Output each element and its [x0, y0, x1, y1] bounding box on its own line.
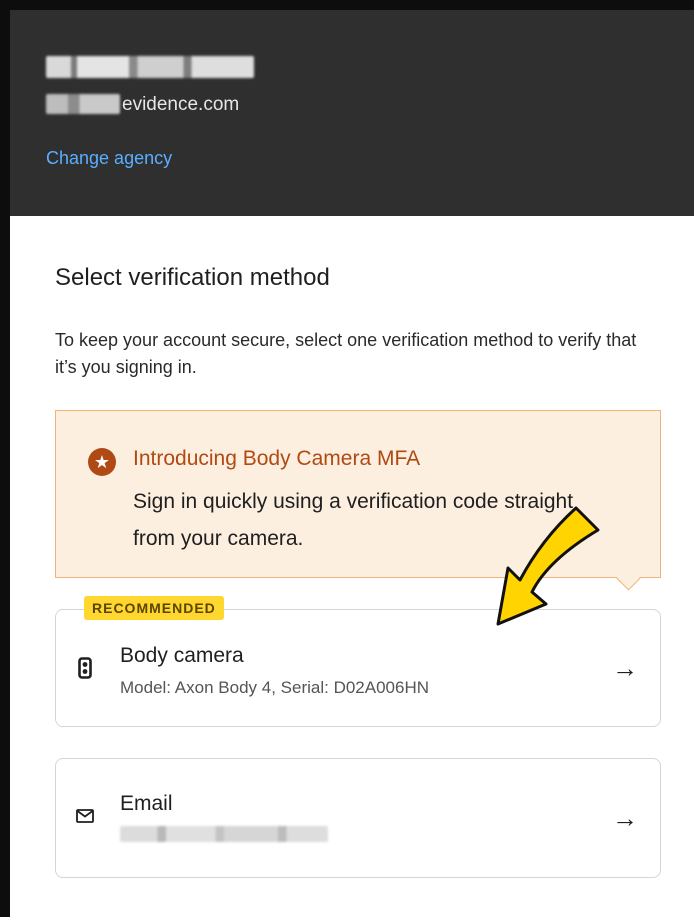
- body-camera-option[interactable]: [55, 609, 661, 727]
- window-frame: [0, 0, 10, 917]
- change-agency-link[interactable]: Change agency: [46, 148, 172, 169]
- email-option[interactable]: [55, 758, 661, 878]
- agency-domain: evidence.com: [122, 94, 240, 115]
- page-description: To keep your account secure, select one …: [55, 330, 637, 377]
- email-address-redacted: [120, 826, 328, 842]
- promo-title: Introducing Body Camera MFA: [133, 447, 421, 470]
- arrow-right-icon: →: [612, 803, 638, 833]
- mail-icon: [76, 809, 94, 828]
- body-camera-icon: [78, 657, 92, 684]
- promo-text: Sign in quickly using a verification cod…: [133, 490, 574, 550]
- agency-name-redacted: [46, 56, 254, 78]
- page-title: Select verification method: [55, 264, 330, 291]
- body-camera-title: Body camera: [120, 644, 244, 667]
- domain-prefix-redacted: [46, 94, 120, 114]
- arrow-right-icon: →: [612, 653, 638, 683]
- recommended-badge: RECOMMENDED: [84, 596, 224, 620]
- email-title: Email: [120, 792, 173, 815]
- body-camera-subtitle: Model: Axon Body 4, Serial: D02A006HN: [120, 678, 430, 697]
- star-circle-icon: ★: [88, 448, 116, 476]
